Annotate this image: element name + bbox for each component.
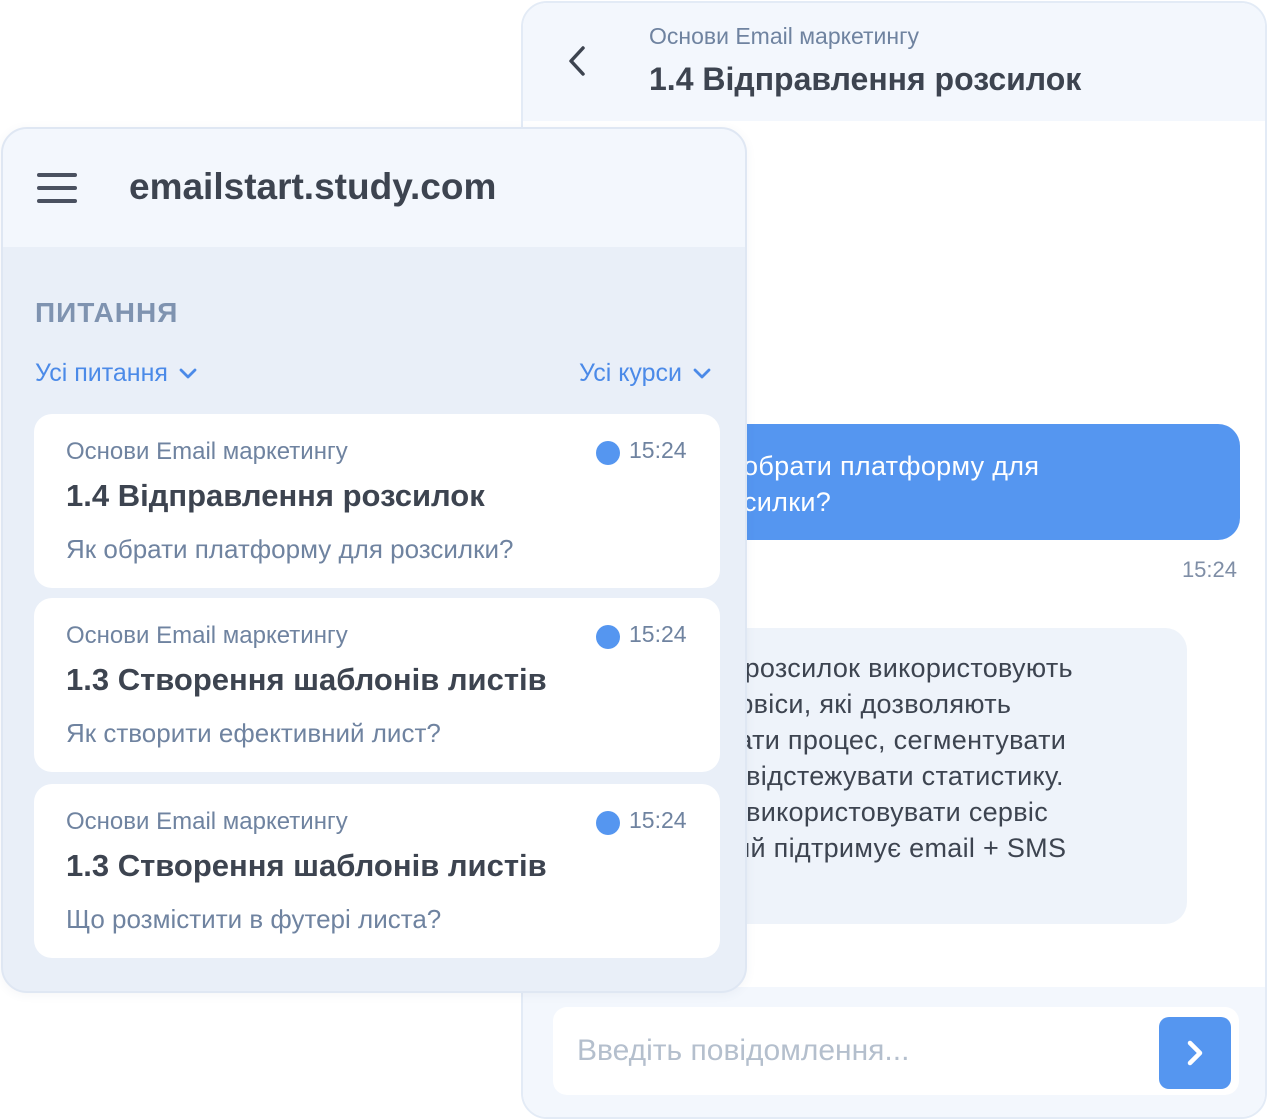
question-lesson: 1.3 Створення шаблонів листів <box>66 848 547 883</box>
site-header: emailstart.study.com <box>3 129 745 247</box>
outgoing-message-time: 15:24 <box>1181 557 1237 582</box>
questions-filter-dropdown[interactable]: Усі питання <box>35 359 198 388</box>
question-card[interactable]: Основи Email маркетингу 15:24 1.3 Створе… <box>34 784 720 958</box>
chat-course-name: Основи Email маркетингу <box>649 23 919 49</box>
courses-filter-label: Усі курси <box>578 359 682 387</box>
chat-composer <box>523 987 1265 1117</box>
outgoing-message-bubble: обрати платформу для силки? <box>683 424 1240 540</box>
incoming-message-bubble: х розсилок використовують ервіси, які до… <box>683 628 1187 924</box>
question-time: 15:24 <box>629 621 687 647</box>
chat-lesson-title: 1.4 Відправлення розсилок <box>649 61 1082 97</box>
question-card[interactable]: Основи Email маркетингу 15:24 1.3 Створе… <box>34 598 720 772</box>
message-line: кий підтримує email + SMS <box>723 833 1067 863</box>
questions-panel: emailstart.study.com ПИТАННЯ Усі питання… <box>1 127 747 993</box>
question-time: 15:24 <box>629 807 687 833</box>
chat-header: Основи Email маркетингу 1.4 Відправлення… <box>523 3 1265 121</box>
chevron-down-icon <box>179 368 197 378</box>
questions-filter-label: Усі питання <box>35 359 168 387</box>
message-line: ервіси, які дозволяють <box>723 689 1012 719</box>
question-course: Основи Email маркетингу <box>66 622 348 649</box>
question-text: Що розмістити в футері листа? <box>66 904 442 934</box>
question-lesson: 1.4 Відправлення розсилок <box>66 478 485 513</box>
message-line: о використовувати сервіс <box>723 797 1048 827</box>
unread-dot-icon <box>596 441 620 465</box>
question-lesson: 1.3 Створення шаблонів листів <box>66 662 547 697</box>
message-line: вати процес, сегментувати <box>723 725 1067 755</box>
chevron-left-icon <box>569 46 585 76</box>
unread-dot-icon <box>596 625 620 649</box>
unread-dot-icon <box>596 811 620 835</box>
send-button[interactable] <box>1159 1017 1231 1089</box>
back-button[interactable] <box>559 39 595 83</box>
question-text: Як обрати платформу для розсилки? <box>66 534 514 564</box>
chevron-right-icon <box>1187 1040 1203 1066</box>
chevron-down-icon <box>693 368 711 378</box>
message-line: х розсилок використовують <box>723 653 1073 683</box>
question-time: 15:24 <box>629 437 687 463</box>
section-heading: ПИТАННЯ <box>35 297 179 328</box>
question-course: Основи Email маркетингу <box>66 808 348 835</box>
question-course: Основи Email маркетингу <box>66 438 348 465</box>
question-card[interactable]: Основи Email маркетингу 15:24 1.4 Відпра… <box>34 414 720 588</box>
question-text: Як створити ефективний лист? <box>66 718 441 748</box>
message-line: а відстежувати статистику. <box>723 761 1064 791</box>
message-input[interactable] <box>553 1007 1239 1095</box>
hamburger-menu-icon[interactable] <box>37 171 79 205</box>
message-line: обрати платформу для <box>743 451 1040 481</box>
site-title: emailstart.study.com <box>129 166 497 207</box>
courses-filter-dropdown[interactable]: Усі курси <box>579 359 712 388</box>
message-line: силки? <box>743 487 832 517</box>
